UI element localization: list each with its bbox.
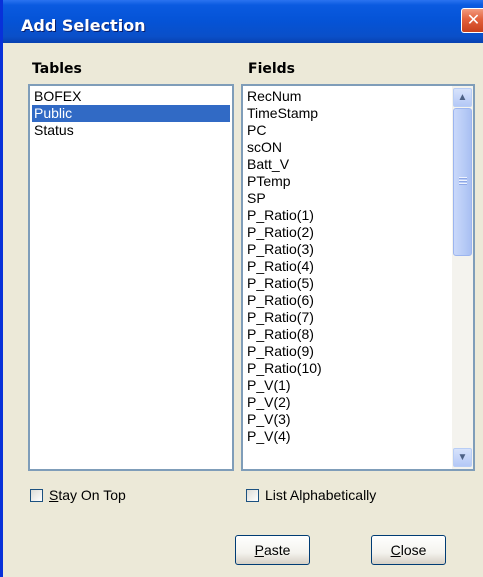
fields-list-item[interactable]: RecNum [245,88,447,105]
fields-listbox[interactable]: RecNum TimeStamp PC scON Batt_V PTemp SP P_Rati… [241,84,475,471]
fields-list-item[interactable]: P_Ratio(10) [245,360,447,377]
tables-list-item[interactable]: Public [32,105,230,122]
fields-list-item[interactable]: P_Ratio(7) [245,309,447,326]
fields-list-item[interactable]: P_V(3) [245,411,447,428]
scrollbar-thumb[interactable] [453,108,472,256]
fields-list-item[interactable]: P_V(4) [245,428,447,445]
list-alphabetically-checkbox[interactable]: List Alphabetically [246,487,416,507]
fields-list-item[interactable]: P_Ratio(2) [245,224,447,241]
fields-list-item[interactable]: PC [245,122,447,139]
fields-header: Fields [248,61,296,77]
fields-list-item[interactable]: P_Ratio(1) [245,207,447,224]
thumb-grip-line [459,183,467,185]
close-window-button[interactable]: ✕ [461,8,483,33]
fields-list-item[interactable]: SP [245,190,447,207]
fields-list-item[interactable]: P_Ratio(6) [245,292,447,309]
fields-list-item[interactable]: P_V(2) [245,394,447,411]
fields-list-item[interactable]: scON [245,139,447,156]
close-icon: ✕ [466,10,481,29]
close-button[interactable]: Close [371,535,446,565]
chevron-down-icon: ▼ [457,452,468,463]
fields-list-item[interactable]: Batt_V [245,156,447,173]
fields-list-item[interactable]: P_Ratio(3) [245,241,447,258]
stay-on-top-checkbox[interactable]: Stay On Top [30,487,180,507]
thumb-grip-line [459,177,467,179]
chevron-up-icon: ▲ [457,92,468,103]
tables-listbox[interactable]: BOFEX Public Status [28,84,234,471]
title-bar[interactable]: Add Selection ✕ [3,0,483,43]
list-alphabetically-label: List Alphabetically [265,487,377,503]
scroll-up-button[interactable]: ▲ [453,88,472,107]
tables-header: Tables [32,61,82,77]
fields-list-item[interactable]: P_V(1) [245,377,447,394]
fields-list-item[interactable]: P_Ratio(4) [245,258,447,275]
scroll-down-button[interactable]: ▼ [453,448,472,467]
stay-on-top-label: Stay On Top [49,487,126,503]
add-selection-dialog: Add Selection ✕ Tables Fields BOFEX Publi… [0,0,483,577]
fields-list-item[interactable]: P_Ratio(8) [245,326,447,343]
fields-list-item[interactable]: P_Ratio(5) [245,275,447,292]
checkbox-box[interactable] [30,489,43,502]
tables-list-item[interactable]: Status [32,122,230,139]
fields-list-item[interactable]: TimeStamp [245,105,447,122]
window-title: Add Selection [21,16,146,35]
fields-list-item[interactable]: PTemp [245,173,447,190]
thumb-grip-line [459,180,467,182]
fields-scrollbar[interactable]: ▲ ▼ [452,86,473,469]
tables-list-item[interactable]: BOFEX [32,88,230,105]
fields-list-item[interactable]: P_Ratio(9) [245,343,447,360]
paste-button[interactable]: Paste [235,535,310,565]
checkbox-box[interactable] [246,489,259,502]
